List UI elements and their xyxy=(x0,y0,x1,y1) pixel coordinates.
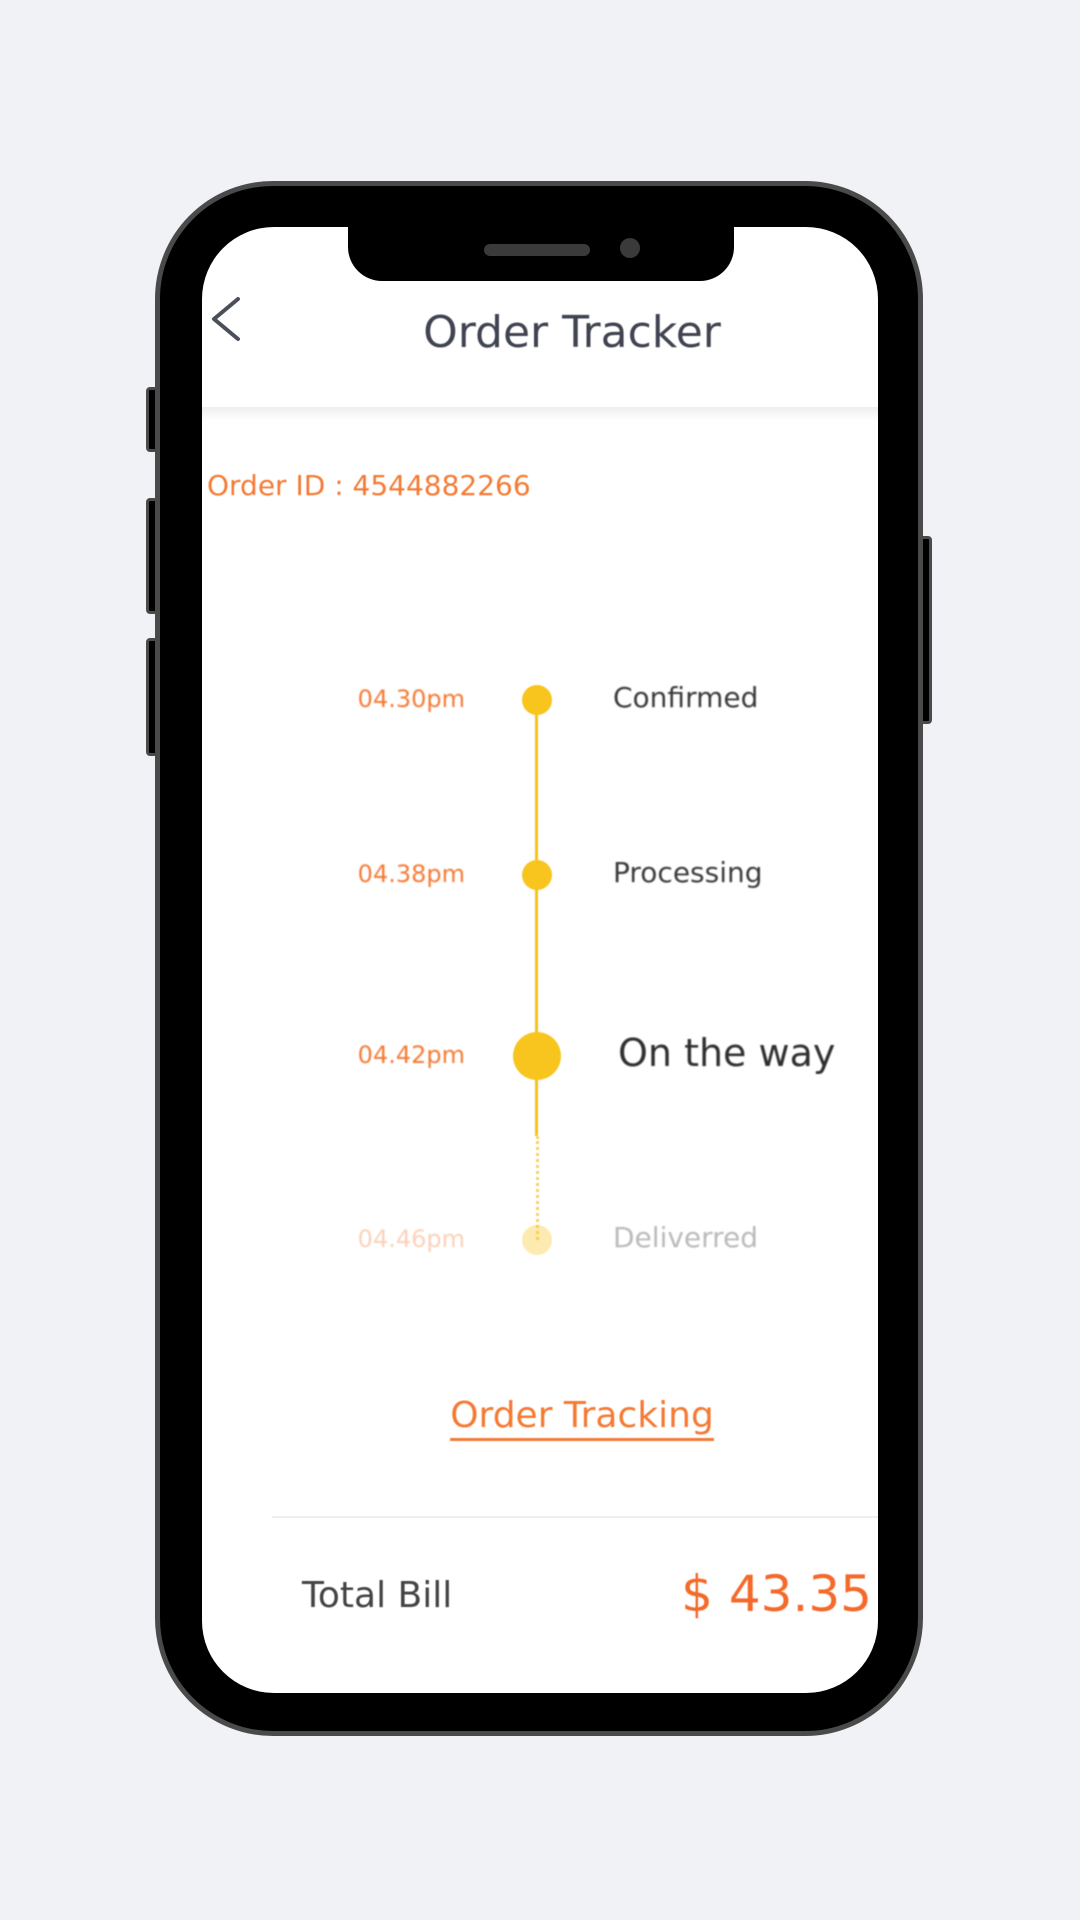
timeline-time: 04.46pm xyxy=(357,1225,465,1253)
timeline-connector xyxy=(535,875,538,1056)
timeline-time: 04.42pm xyxy=(357,1041,465,1069)
order-tracking-link[interactable]: Order Tracking xyxy=(362,1395,802,1441)
page-background: Order Tracker Order ID : 4544882266 04.3… xyxy=(0,0,1080,1920)
order-tracking-label: Order Tracking xyxy=(450,1395,714,1441)
total-bill-label: Total Bill xyxy=(302,1575,453,1616)
timeline-status: Deliverred xyxy=(613,1221,759,1254)
timeline-dot xyxy=(522,860,552,890)
timeline-dot xyxy=(522,685,552,715)
timeline-status: On the way xyxy=(618,1031,836,1075)
timeline-connector xyxy=(535,700,538,875)
timeline-dot xyxy=(513,1032,561,1080)
phone-screen: Order Tracker Order ID : 4544882266 04.3… xyxy=(202,227,878,1693)
timeline-dot xyxy=(522,1225,552,1255)
timeline-time: 04.30pm xyxy=(357,685,465,713)
timeline-status: Confirmed xyxy=(613,681,759,714)
divider xyxy=(272,1516,878,1518)
total-bill-amount: $ 43.35 xyxy=(681,1565,872,1623)
timeline-time: 04.38pm xyxy=(357,860,465,888)
order-timeline: 04.30pm Confirmed 04.38pm Processing 04.42pm… xyxy=(202,227,878,1693)
timeline-status: Processing xyxy=(613,856,763,889)
